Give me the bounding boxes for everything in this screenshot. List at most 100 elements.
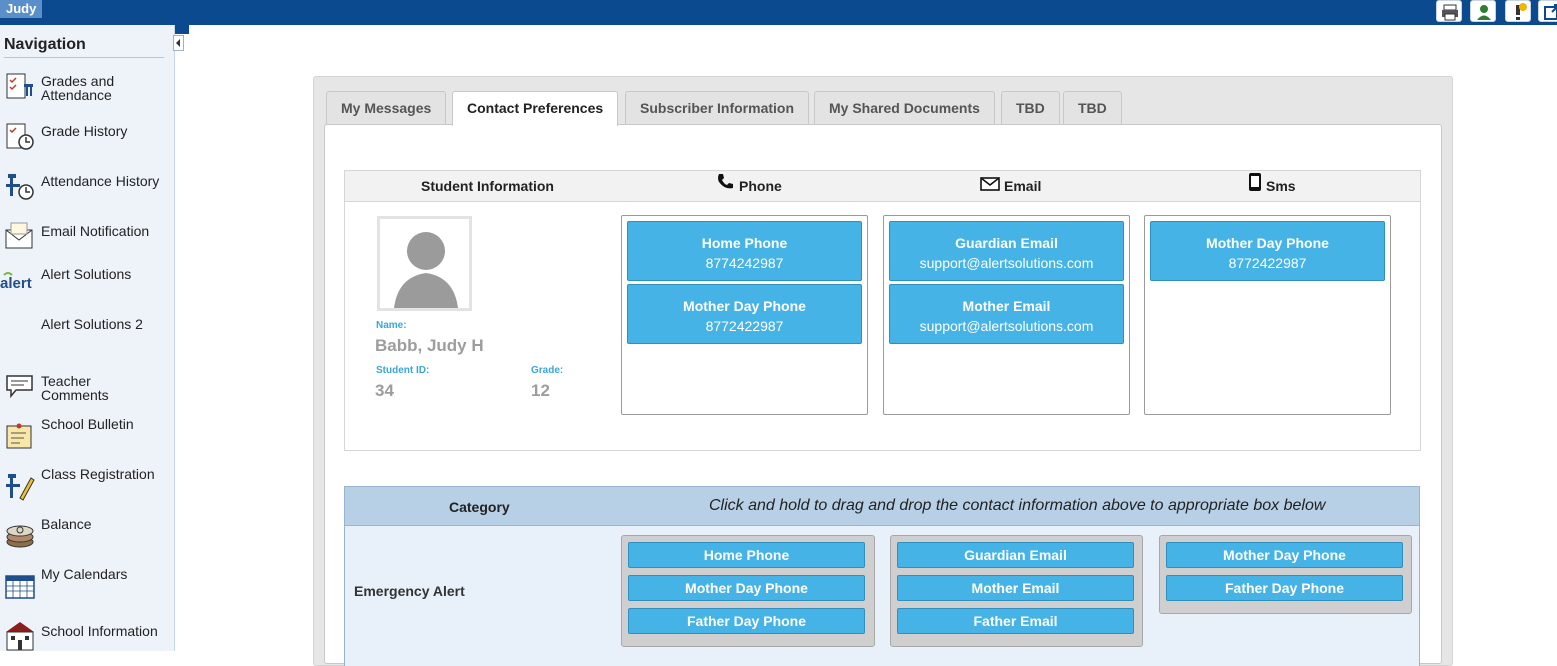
phone-contacts-column: Home Phone 8774242987 Mother Day Phone 8… <box>621 215 868 415</box>
contact-card-value: support@alertsolutions.com <box>919 318 1094 334</box>
attendance-history-icon <box>4 170 36 202</box>
user-icon[interactable] <box>1470 0 1496 22</box>
phone-icon <box>715 172 735 202</box>
sms-header: Sms <box>1248 171 1296 201</box>
sidebar-item-grade-history[interactable]: Grade History <box>0 116 170 166</box>
user-name[interactable]: Judy <box>0 0 43 18</box>
sidebar-item-label: Balance <box>41 516 92 532</box>
email-drop-box[interactable]: Guardian Email Mother Email Father Email <box>890 535 1143 647</box>
contact-card-title: Mother Email <box>962 298 1051 314</box>
contact-info-header: Student Information Phone Email Sms <box>345 171 1420 202</box>
svg-text:alert: alert <box>0 275 32 292</box>
grade-history-icon <box>4 120 36 152</box>
collapse-top-icon[interactable] <box>175 22 189 34</box>
sidebar-item-label: Grades and Attendance <box>41 73 115 103</box>
sms-chip[interactable]: Father Day Phone <box>1166 575 1403 601</box>
phone-header: Phone <box>715 171 782 201</box>
email-header-label: Email <box>1004 178 1042 194</box>
envelope-icon <box>4 220 36 252</box>
email-icon <box>980 172 1000 202</box>
student-grade: 12 <box>531 381 550 400</box>
tab-tbd-2[interactable]: TBD <box>1063 91 1122 125</box>
sidebar-item-label: School Bulletin <box>41 416 134 432</box>
top-bar: Judy <box>0 0 1557 25</box>
sidebar-item-label: Teacher Comments <box>41 373 109 403</box>
student-info-header: Student Information <box>421 178 554 194</box>
sms-contacts-column: Mother Day Phone 8772422987 <box>1144 215 1391 415</box>
contact-card-title: Home Phone <box>701 235 788 251</box>
contact-card-value: 8772422987 <box>705 318 784 334</box>
contact-card[interactable]: Guardian Email support@alertsolutions.co… <box>889 221 1124 281</box>
email-contacts-column: Guardian Email support@alertsolutions.co… <box>883 215 1130 415</box>
contact-card-title: Guardian Email <box>955 235 1058 251</box>
contact-card-value: 8772422987 <box>1228 255 1307 271</box>
school-icon <box>4 620 36 652</box>
navigation-title: Navigation <box>4 36 164 58</box>
contact-card[interactable]: Home Phone 8774242987 <box>627 221 862 281</box>
phone-drop-box[interactable]: Home Phone Mother Day Phone Father Day P… <box>621 535 875 647</box>
registration-icon <box>4 470 36 502</box>
sidebar-item-label: Class Registration <box>41 466 155 482</box>
coins-icon <box>4 520 36 552</box>
tab-my-messages[interactable]: My Messages <box>326 91 447 125</box>
email-chip[interactable]: Father Email <box>897 608 1134 634</box>
sidebar-item-label: Alert Solutions <box>41 266 132 282</box>
sidebar-item-my-calendars[interactable]: My Calendars <box>0 566 170 616</box>
email-chip[interactable]: Guardian Email <box>897 542 1134 568</box>
sidebar-item-label: Email Notification <box>41 223 150 239</box>
contact-card[interactable]: Mother Email support@alertsolutions.com <box>889 284 1124 344</box>
student-photo <box>377 216 472 311</box>
contact-card-value: support@alertsolutions.com <box>919 255 1094 271</box>
student-id-label: Student ID: <box>376 365 430 376</box>
tab-my-shared-documents[interactable]: My Shared Documents <box>814 91 995 125</box>
contact-card-title: Mother Day Phone <box>1206 235 1329 251</box>
tab-tbd-1[interactable]: TBD <box>1001 91 1060 125</box>
category-header: Category Click and hold to drag and drop… <box>344 486 1420 526</box>
sidebar-item-email-notification[interactable]: Email Notification <box>0 216 170 266</box>
sidebar-item-alert-solutions[interactable]: alert Alert Solutions <box>0 266 170 316</box>
phone-header-label: Phone <box>739 178 782 194</box>
phone-chip[interactable]: Mother Day Phone <box>628 575 865 601</box>
email-chip[interactable]: Mother Email <box>897 575 1134 601</box>
alert-logo-icon: alert <box>0 270 32 302</box>
sidebar-item-label: My Calendars <box>41 566 128 582</box>
grade-label: Grade: <box>531 365 564 376</box>
contact-card[interactable]: Mother Day Phone 8772422987 <box>627 284 862 344</box>
email-header: Email <box>980 171 1041 201</box>
bulletin-icon <box>4 420 36 452</box>
sidebar-item-teacher-comments[interactable]: Teacher Comments <box>0 366 170 416</box>
category-title: Category <box>449 499 510 515</box>
sidebar-item-label: Attendance History <box>41 173 160 189</box>
sidebar-item-grades-and-attendance[interactable]: Grades and Attendance <box>0 66 170 116</box>
sidebar-item-balance[interactable]: Balance <box>0 516 170 566</box>
phone-chip[interactable]: Father Day Phone <box>628 608 865 634</box>
sidebar-item-label: Alert Solutions 2 <box>41 316 143 332</box>
contact-card-title: Mother Day Phone <box>683 298 806 314</box>
sms-chip[interactable]: Mother Day Phone <box>1166 542 1403 568</box>
alert-notification-icon[interactable] <box>1505 0 1531 22</box>
category-row-emergency-alert: Emergency Alert Home Phone Mother Day Ph… <box>344 526 1420 666</box>
tab-contact-preferences[interactable]: Contact Preferences <box>452 91 619 126</box>
sidebar-item-label: School Information <box>41 623 158 639</box>
name-label: Name: <box>376 320 407 331</box>
student-name: Babb, Judy H <box>375 336 484 355</box>
contact-card[interactable]: Mother Day Phone 8772422987 <box>1150 221 1385 281</box>
comment-icon <box>4 370 36 402</box>
sidebar-item-class-registration[interactable]: Class Registration <box>0 466 170 516</box>
tab-subscriber-information[interactable]: Subscriber Information <box>625 91 810 125</box>
calendar-icon <box>4 570 36 602</box>
gradebook-icon <box>4 70 36 102</box>
popout-icon[interactable] <box>1538 0 1557 22</box>
sms-drop-box[interactable]: Mother Day Phone Father Day Phone <box>1159 535 1412 614</box>
student-id: 34 <box>375 381 394 400</box>
mobile-phone-icon <box>1248 172 1262 202</box>
sidebar-item-school-information[interactable]: School Information <box>0 616 170 666</box>
sidebar-item-school-bulletin[interactable]: School Bulletin <box>0 416 170 466</box>
sidebar-item-attendance-history[interactable]: Attendance History <box>0 166 170 216</box>
collapse-sidebar-button[interactable] <box>173 35 184 51</box>
category-label: Emergency Alert <box>354 583 465 599</box>
print-icon[interactable] <box>1436 0 1462 22</box>
sidebar-item-alert-solutions-2[interactable]: Alert Solutions 2 <box>0 316 170 366</box>
sms-header-label: Sms <box>1266 178 1296 194</box>
phone-chip[interactable]: Home Phone <box>628 542 865 568</box>
